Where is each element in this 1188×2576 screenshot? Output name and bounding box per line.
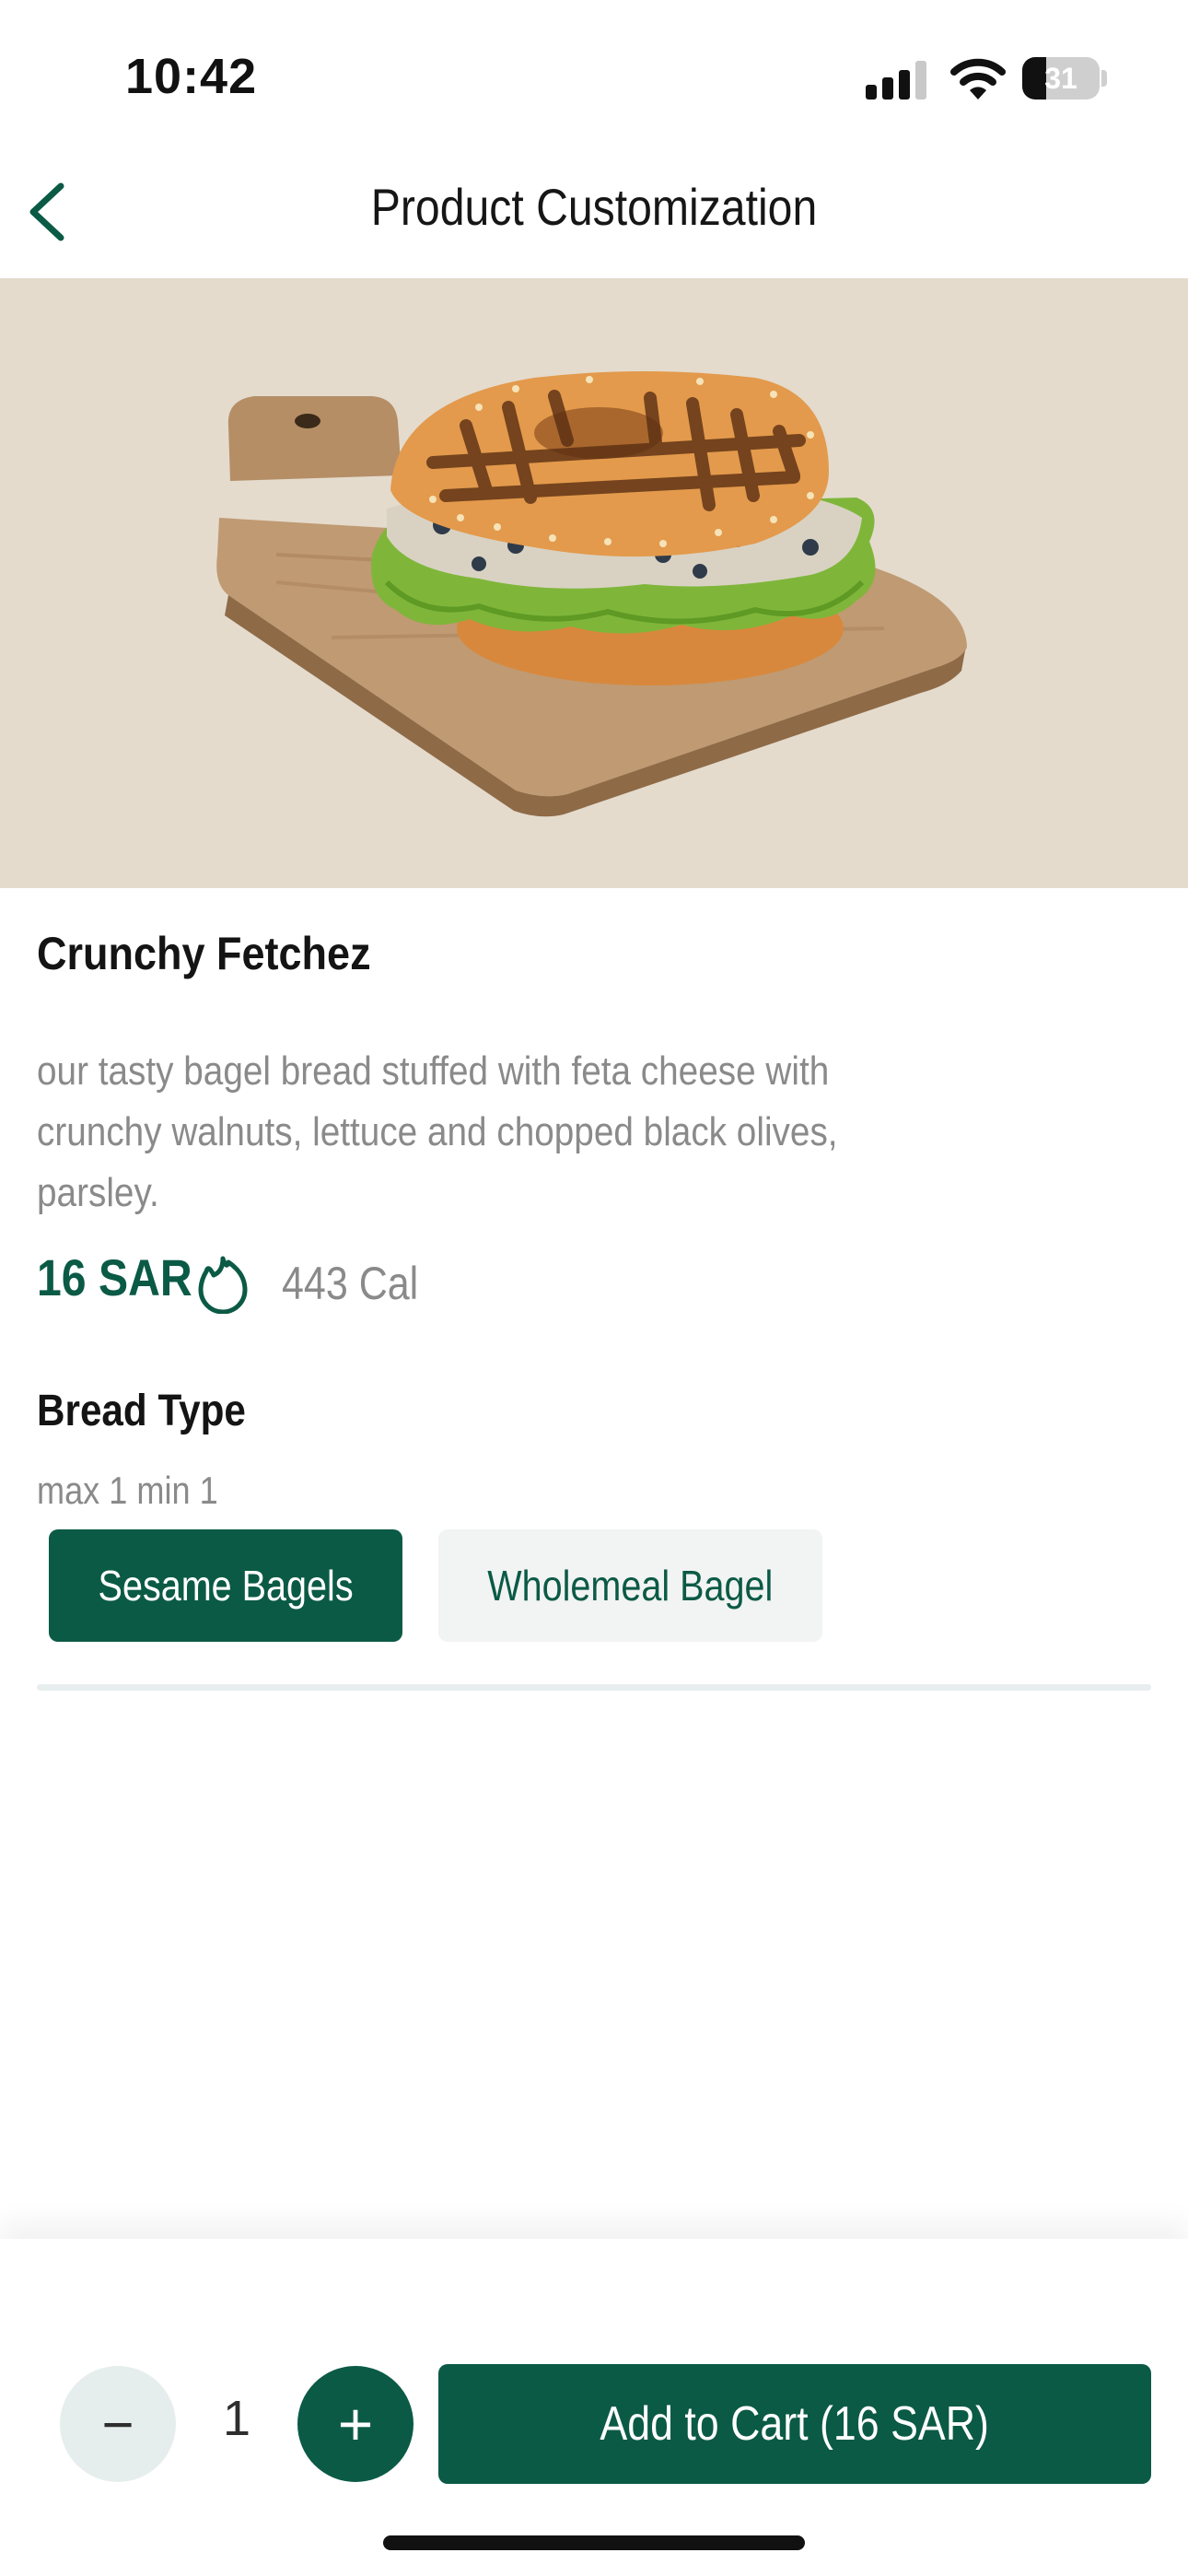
page-title: Product Customization (370, 178, 818, 236)
bread-type-title: Bread Type (37, 1387, 246, 1435)
battery-level: 31 (1044, 62, 1077, 95)
plus-icon: + (337, 2390, 374, 2458)
option-wholemeal-bagel[interactable]: Wholemeal Bagel (438, 1529, 822, 1642)
back-button[interactable] (20, 175, 76, 249)
bread-type-constraint: max 1 min 1 (37, 1469, 218, 1512)
add-to-cart-button[interactable]: Add to Cart (16 SAR) (438, 2364, 1151, 2484)
section-divider (37, 1684, 1151, 1691)
product-name: Crunchy Fetchez (37, 928, 371, 979)
product-price: 16 SAR (37, 1248, 192, 1306)
flame-icon (198, 1256, 248, 1314)
bagel-sandwich-image (216, 371, 967, 817)
calories-value: 443 Cal (282, 1258, 419, 1309)
chevron-left-icon (29, 182, 64, 241)
wifi-icon (950, 58, 1006, 100)
decrease-quantity-button[interactable]: − (60, 2366, 176, 2482)
option-label: Wholemeal Bagel (487, 1562, 774, 1610)
increase-quantity-button[interactable]: + (297, 2366, 413, 2482)
cellular-signal-icon (866, 61, 926, 100)
quantity-value: 1 (222, 2391, 251, 2446)
battery-icon: 31 (1022, 57, 1107, 100)
status-time: 10:42 (125, 49, 258, 104)
add-to-cart-label: Add to Cart (16 SAR) (600, 2397, 990, 2451)
option-label: Sesame Bagels (98, 1562, 354, 1610)
home-indicator (383, 2535, 805, 2550)
product-image (0, 278, 1188, 888)
option-sesame-bagels[interactable]: Sesame Bagels (49, 1529, 402, 1642)
minus-icon: − (101, 2393, 134, 2455)
product-description: our tasty bagel bread stuffed with feta … (37, 1048, 838, 1215)
